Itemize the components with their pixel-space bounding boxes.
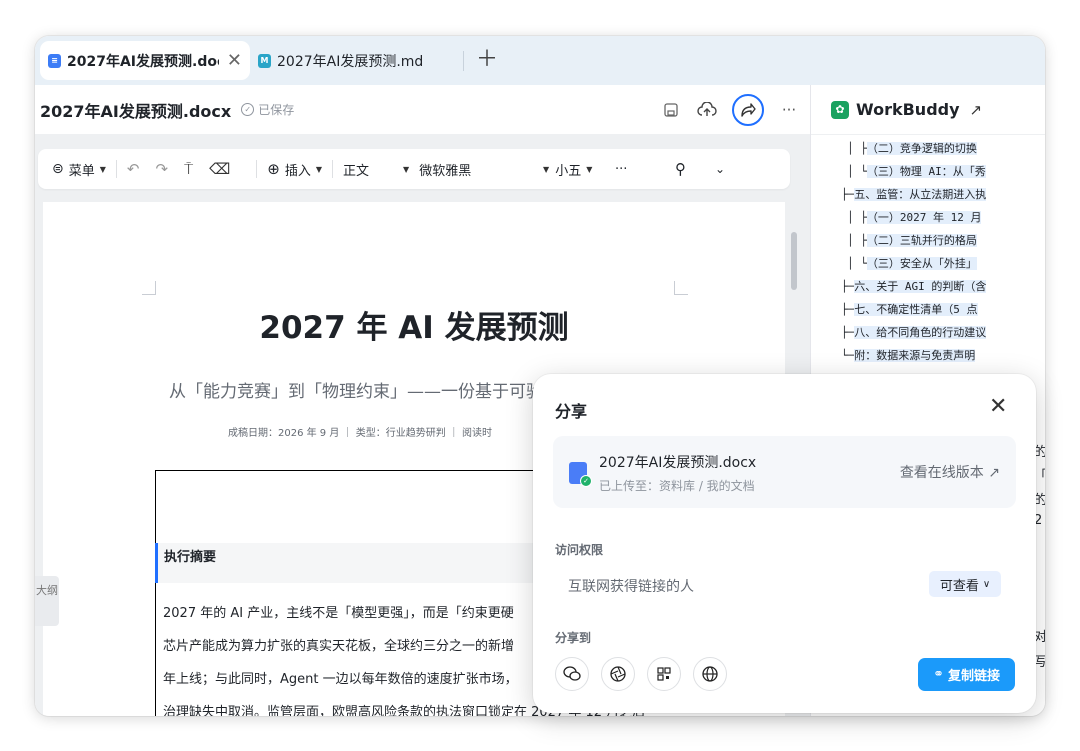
shared-file-card: ✓ 2027年AI发展预测.docx 已上传至：资料库 / 我的文档 查看在线版… (553, 436, 1016, 508)
paragraph-line: 芯片产能成为算力扩张的真实天花板，全球约三分之一的新增 (163, 639, 515, 654)
chevron-down-icon: ∨ (982, 578, 991, 590)
tree-item[interactable]: │ └（三）安全从「外挂」 (847, 253, 977, 275)
tree-item[interactable]: ├─六、关于 AGI 的判断（含 (841, 276, 987, 298)
tab-docx[interactable]: ≡ 2027年AI发展预测.doc ✕ (40, 41, 250, 80)
shared-file-location: 已上传至：资料库 / 我的文档 (599, 479, 755, 493)
close-icon[interactable]: ✕ (989, 394, 1007, 419)
tab-divider (463, 51, 464, 71)
globe-icon[interactable] (693, 657, 727, 691)
vertical-scrollbar[interactable] (791, 232, 797, 290)
link-icon: ⚭ (933, 667, 944, 682)
caret-down-icon: ▼ (315, 164, 323, 174)
format-painter-icon[interactable]: ⍑ (184, 160, 193, 178)
external-link-icon[interactable]: ↗ (970, 101, 983, 119)
toolbar-divider (332, 160, 334, 178)
access-audience: 互联网获得链接的人 (568, 579, 694, 595)
panel-text-fragment: 了 (1034, 713, 1045, 716)
search-icon[interactable]: ⚲ (675, 160, 715, 178)
wechat-icon[interactable] (555, 657, 589, 691)
access-permission-label: 访问权限 (555, 543, 604, 557)
tab-label: 2027年AI发展预测.doc (67, 53, 219, 70)
undo-icon[interactable]: ↶ (127, 160, 140, 178)
tree-item[interactable]: ├─五、监管：从立法期进入执 (841, 184, 987, 206)
close-icon[interactable]: ✕ (227, 50, 242, 71)
shared-file-name: 2027年AI发展预测.docx (599, 455, 757, 471)
tree-item[interactable]: │ ├（二）竞争逻辑的切换 (847, 138, 977, 160)
chevron-down-icon[interactable]: ⌄ (715, 162, 725, 176)
tree-item[interactable]: ├─七、不确定性清单（5 点 (841, 299, 978, 321)
access-level-select[interactable]: 可查看 ∨ (929, 571, 1001, 597)
document-title-bar: 2027年AI发展预测.docx ✓ 已保存 ··· (35, 85, 810, 135)
tree-item[interactable]: │ ├（二）三轨并行的格局 (847, 230, 977, 252)
tree-item[interactable]: │ └（三）物理 AI：从「秀 (847, 161, 986, 183)
view-online-link[interactable]: 查看在线版本 ↗ (900, 462, 1000, 482)
share-dialog: 分享 ✕ ✓ 2027年AI发展预测.docx 已上传至：资料库 / 我的文档 … (533, 374, 1036, 713)
check-badge-icon: ✓ (580, 475, 592, 487)
save-icon[interactable] (660, 99, 682, 121)
document-heading: 2027 年 AI 发展预测 (259, 310, 569, 346)
aperture-icon[interactable] (601, 657, 635, 691)
redo-icon[interactable]: ↷ (155, 160, 168, 178)
share-to-label: 分享到 (555, 631, 592, 645)
markdown-file-icon: M (258, 53, 271, 68)
workbuddy-header: ✿ WorkBuddy ↗ (811, 85, 1045, 135)
tab-md[interactable]: M 2027年AI发展预测.md (250, 41, 455, 80)
outline-toggle[interactable]: 大纲 (35, 576, 59, 626)
tab-label: 2027年AI发展预测.md (277, 53, 424, 70)
more-tools-button[interactable]: ··· (615, 162, 675, 177)
tree-item[interactable]: └─附：数据来源与免责声明 (841, 345, 976, 367)
caret-down-icon: ▼ (99, 164, 106, 174)
document-meta: 成稿日期：2026 年 9 月 ｜ 类型：行业趋势研判 ｜ 阅读时 (228, 428, 493, 439)
page-margin-corner (674, 281, 688, 295)
workbuddy-logo-icon: ✿ (831, 100, 849, 119)
cloud-upload-icon[interactable] (696, 99, 718, 121)
font-family-select[interactable]: ▼ 微软雅黑 (403, 160, 543, 179)
paragraph-line: 年上线；与此同时，Agent 一边以每年数倍的速度扩张市场， (163, 672, 518, 687)
share-targets (555, 657, 727, 691)
check-circle-icon: ✓ (241, 103, 255, 116)
editor-toolbar: ⊜ 菜单 ▼ ↶ ↷ ⍑ ⌫ ⊕ 插入 ▼ 正文 ▼ 微软雅黑 ▼ 小五 ▼ ·… (38, 149, 790, 189)
share-icon[interactable] (732, 94, 764, 126)
save-status: ✓ 已保存 (241, 101, 294, 118)
eraser-icon[interactable]: ⌫ (209, 160, 230, 178)
document-title[interactable]: 2027年AI发展预测.docx (40, 98, 231, 122)
page-margin-corner (142, 281, 156, 295)
copy-link-button[interactable]: ⚭ 复制链接 (918, 658, 1015, 691)
caret-down-icon: ▼ (403, 164, 410, 174)
paragraph-style-select[interactable]: 正文 (343, 160, 403, 179)
docx-file-icon: ≡ (48, 53, 61, 68)
workbuddy-title: WorkBuddy (856, 100, 960, 119)
insert-button[interactable]: ⊕ 插入 ▼ (267, 160, 322, 179)
title-actions: ··· (660, 85, 810, 135)
font-size-select[interactable]: ▼ 小五 ▼ (543, 160, 615, 179)
toolbar-divider (256, 160, 258, 178)
document-subtitle: 从「能力竞赛」到「物理约束」——一份基于可验证 (169, 382, 560, 402)
plus-circle-icon: ⊕ (267, 160, 280, 178)
docx-file-icon: ✓ (569, 462, 592, 487)
tab-bar: ≡ 2027年AI发展预测.doc ✕ M 2027年AI发展预测.md ＋ (35, 36, 1045, 85)
toolbar-divider (115, 160, 117, 178)
menu-button[interactable]: ⊜ 菜单 ▼ (52, 160, 106, 179)
caret-down-icon: ▼ (586, 164, 593, 174)
caret-down-icon: ▼ (543, 164, 550, 174)
tree-item[interactable]: ├─八、给不同角色的行动建议 (841, 322, 987, 344)
tree-item[interactable]: │ ├（一）2027 年 12 月 (847, 207, 982, 229)
save-status-label: 已保存 (258, 103, 295, 117)
paragraph-line: 2027 年的 AI 产业，主线不是「模型更强」，而是「约束更硬 (163, 606, 514, 621)
new-tab-plus-icon[interactable]: ＋ (476, 41, 498, 73)
menu-icon: ⊜ (52, 161, 64, 177)
qr-code-icon[interactable] (647, 657, 681, 691)
more-icon[interactable]: ··· (778, 99, 800, 121)
share-dialog-title: 分享 (555, 402, 588, 421)
